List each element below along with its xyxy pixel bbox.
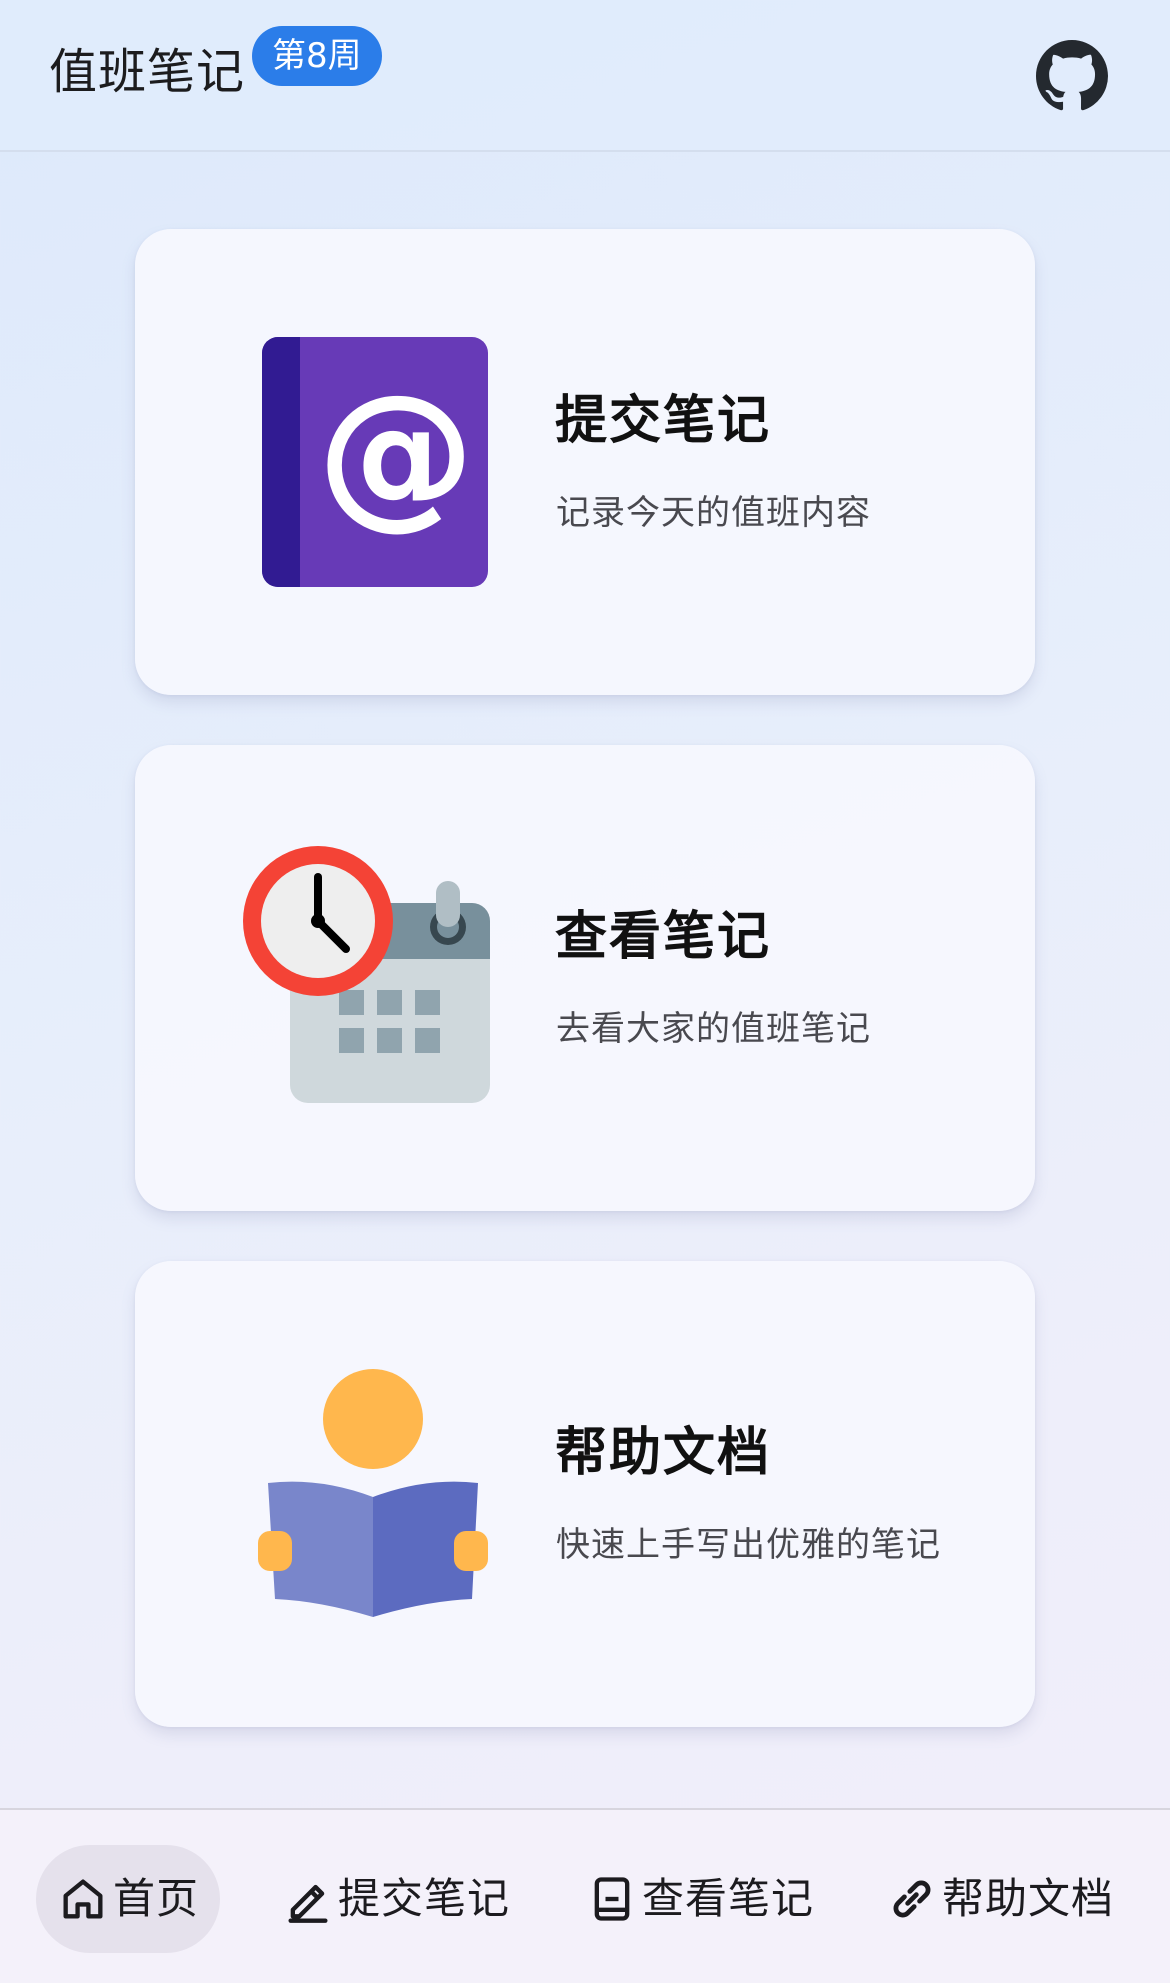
nav-item-help[interactable]: 帮助文档	[886, 1845, 1114, 1953]
nav-label: 首页	[112, 1874, 199, 1923]
app-header: 值班笔记 第8周	[0, 0, 1170, 152]
help-docs-card[interactable]: 帮助文档 快速上手写出优雅的笔记	[135, 1261, 1035, 1727]
pencil-icon	[288, 1884, 328, 1923]
address-book-at-icon: @	[240, 329, 500, 589]
nav-item-submit[interactable]: 提交笔记	[282, 1845, 510, 1953]
link-icon	[893, 1880, 931, 1918]
nav-label: 提交笔记	[338, 1874, 511, 1923]
reading-person-icon	[240, 1361, 500, 1621]
home-icon	[63, 1879, 103, 1919]
nav-item-view[interactable]: 查看笔记	[586, 1845, 814, 1953]
card-title: 帮助文档	[555, 1423, 772, 1483]
week-badge: 第8周	[252, 26, 382, 86]
card-subtitle: 去看大家的值班笔记	[556, 1009, 871, 1049]
card-subtitle: 快速上手写出优雅的笔记	[556, 1525, 941, 1565]
svg-text:@: @	[317, 361, 475, 545]
nav-item-home[interactable]: 首页	[36, 1845, 220, 1953]
card-title: 查看笔记	[555, 907, 772, 967]
bottom-navigation: 首页 提交笔记 查看笔记 帮助文档	[0, 1808, 1170, 1983]
view-notes-card[interactable]: 查看笔记 去看大家的值班笔记	[135, 745, 1035, 1211]
document-icon	[594, 1877, 630, 1921]
card-title: 提交笔记	[555, 391, 772, 451]
github-icon[interactable]	[1036, 40, 1108, 112]
calendar-clock-icon	[240, 845, 500, 1105]
app-title: 值班笔记	[49, 44, 246, 100]
submit-note-card[interactable]: @ 提交笔记 记录今天的值班内容	[135, 229, 1035, 695]
card-subtitle: 记录今天的值班内容	[556, 493, 871, 533]
nav-label: 查看笔记	[642, 1874, 815, 1923]
nav-label: 帮助文档	[942, 1874, 1115, 1923]
